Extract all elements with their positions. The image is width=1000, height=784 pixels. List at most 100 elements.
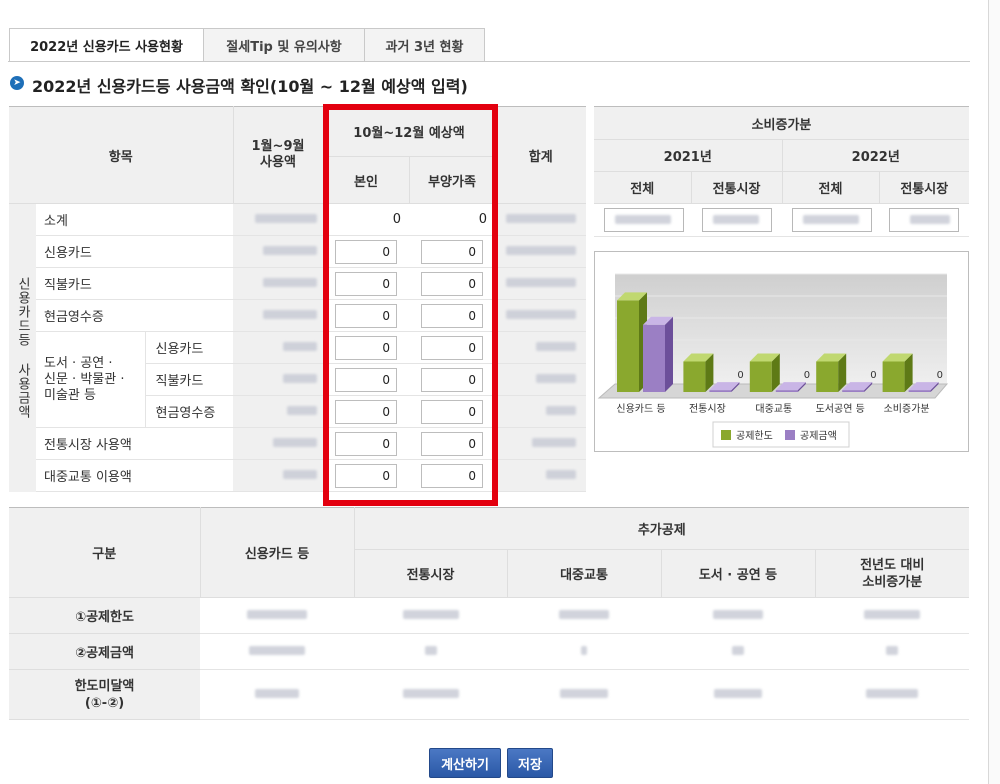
data-label: 0 (804, 370, 810, 381)
bar-limit-front (617, 300, 639, 392)
row-label: 소계 (36, 203, 233, 236)
culture-group-label: 도서 · 공연 · 신문 · 박물관 · 미술관 등 (36, 331, 145, 428)
deduction-table: 구분 신용카드 등 추가공제 전통시장 대중교통 도서 · 공연 등 전년도 대… (9, 507, 970, 720)
blurred-value (815, 669, 970, 720)
bar-amount-front (709, 390, 732, 392)
increase-table: 소비증가분 2021년 2022년 전체 전통시장 전체 전통시장 (594, 106, 969, 237)
readonly-field (792, 208, 872, 232)
header-culture: 도서 · 공연 등 (660, 549, 815, 598)
bar-amount-front (775, 390, 798, 392)
tab-tax-tips[interactable]: 절세Tip 및 유의사항 (203, 28, 365, 62)
legend-swatch-limit (721, 430, 731, 440)
blurred-value (495, 203, 586, 236)
chart-legend: 공제한도 공제금액 (712, 421, 850, 448)
readonly-field (604, 208, 684, 232)
chart-svg: 신용카드 등 0 전통시장 0 대중교통 0 도서공연 등 0 소비증가분 공제한도 공제금액 (597, 273, 949, 448)
bar-amount-front (908, 390, 931, 392)
year-2021: 2021년 (594, 139, 782, 172)
row-label: 신용카드 (36, 235, 233, 268)
blurred-value (495, 363, 586, 396)
bar-limit (617, 292, 647, 392)
highlight-box (323, 104, 498, 506)
blurred-value (495, 299, 586, 332)
legend-swatch-amount (785, 430, 795, 440)
tab-credit-card-status[interactable]: 2022년 신용카드 사용현황 (9, 28, 204, 62)
header-transit: 대중교통 (506, 549, 661, 598)
scrollbar[interactable] (988, 0, 1000, 784)
header-market: 전통시장 (353, 549, 507, 598)
year-2022: 2022년 (781, 139, 969, 172)
data-label: 0 (937, 370, 943, 381)
bar-amount (643, 316, 673, 392)
blurred-value (507, 669, 661, 720)
blurred-value (661, 633, 815, 670)
blurred-value (495, 459, 586, 492)
blurred-value (233, 363, 323, 396)
data-label: 0 (737, 370, 743, 381)
blurred-value (354, 597, 507, 634)
blurred-value (495, 267, 586, 300)
header-category: 구분 (9, 507, 200, 598)
col-total-2021: 전체 (594, 171, 691, 204)
bar-limit (683, 353, 714, 392)
blurred-value (233, 299, 323, 332)
bar-amount-side (665, 316, 673, 392)
blurred-value (354, 669, 507, 720)
blurred-value (233, 427, 323, 460)
blurred-value (815, 597, 970, 634)
readonly-field (889, 208, 959, 232)
bar-amount-front (643, 324, 665, 392)
header-additional: 추가공제 (353, 507, 970, 550)
header-credit: 신용카드 등 (199, 507, 354, 598)
increase-cell (691, 203, 782, 237)
bar-limit-front (816, 361, 839, 392)
blurred-value (815, 633, 970, 670)
section-title: 2022년 신용카드등 사용금액 확인(10월 ~ 12월 예상액 입력) (32, 77, 468, 96)
bar-limit-front (882, 361, 905, 392)
data-label: 0 (870, 370, 876, 381)
blurred-value (495, 427, 586, 460)
bar-limit (749, 353, 780, 392)
legend-label-limit: 공제한도 (736, 430, 773, 442)
tick-label: 대중교통 (755, 403, 792, 415)
blurred-value (200, 633, 354, 670)
bar-limit-front (683, 361, 706, 392)
bar-limit-front (749, 361, 772, 392)
col-market-2021: 전통시장 (690, 171, 782, 204)
header-increase: 전년도 대비 소비증가분 (814, 549, 970, 598)
bar-limit (816, 353, 847, 392)
blurred-value (233, 235, 323, 268)
header-item: 항목 (9, 106, 233, 204)
tick-label: 소비증가분 (884, 403, 930, 415)
blurred-value (233, 395, 323, 428)
row-label: 직불카드 (144, 363, 233, 396)
row-label: 신용카드 (144, 331, 233, 364)
blurred-value (495, 395, 586, 428)
blurred-value (233, 267, 323, 300)
tab-past-3-years[interactable]: 과거 3년 현황 (364, 28, 485, 62)
save-button[interactable]: 저장 (507, 748, 553, 778)
blurred-value (233, 203, 323, 236)
blurred-value (661, 669, 815, 720)
calculate-button[interactable]: 계산하기 (429, 748, 501, 778)
blurred-value (200, 597, 354, 634)
blurred-value (661, 597, 815, 634)
bar-limit (882, 353, 913, 392)
row-label: 직불카드 (36, 267, 233, 300)
row-limit: ①공제한도 (9, 597, 200, 634)
row-amount: ②공제금액 (9, 633, 200, 670)
col-market-2022: 전통시장 (878, 171, 969, 204)
increase-title: 소비증가분 (594, 106, 969, 140)
legend-label-amount: 공제금액 (800, 430, 837, 442)
tick-label: 도서공연 등 (816, 403, 865, 415)
row-label: 전통시장 사용액 (36, 427, 233, 460)
deduction-chart: 신용카드 등 0 전통시장 0 대중교통 0 도서공연 등 0 소비증가분 공제한도 공제금액 (594, 251, 969, 452)
blurred-value (233, 331, 323, 364)
row-label: 현금영수증 (144, 395, 233, 428)
bar-amount-front (842, 390, 865, 392)
usage-table: 항목 1월~9월 사용액 10월~12월 예상액 합계 본인 부양가족 신용카드… (9, 106, 586, 492)
increase-cell (782, 203, 879, 237)
vertical-group-label: 신용카드등 사용금액 (9, 203, 36, 492)
row-label: 현금영수증 (36, 299, 233, 332)
row-label: 대중교통 이용액 (36, 459, 233, 492)
